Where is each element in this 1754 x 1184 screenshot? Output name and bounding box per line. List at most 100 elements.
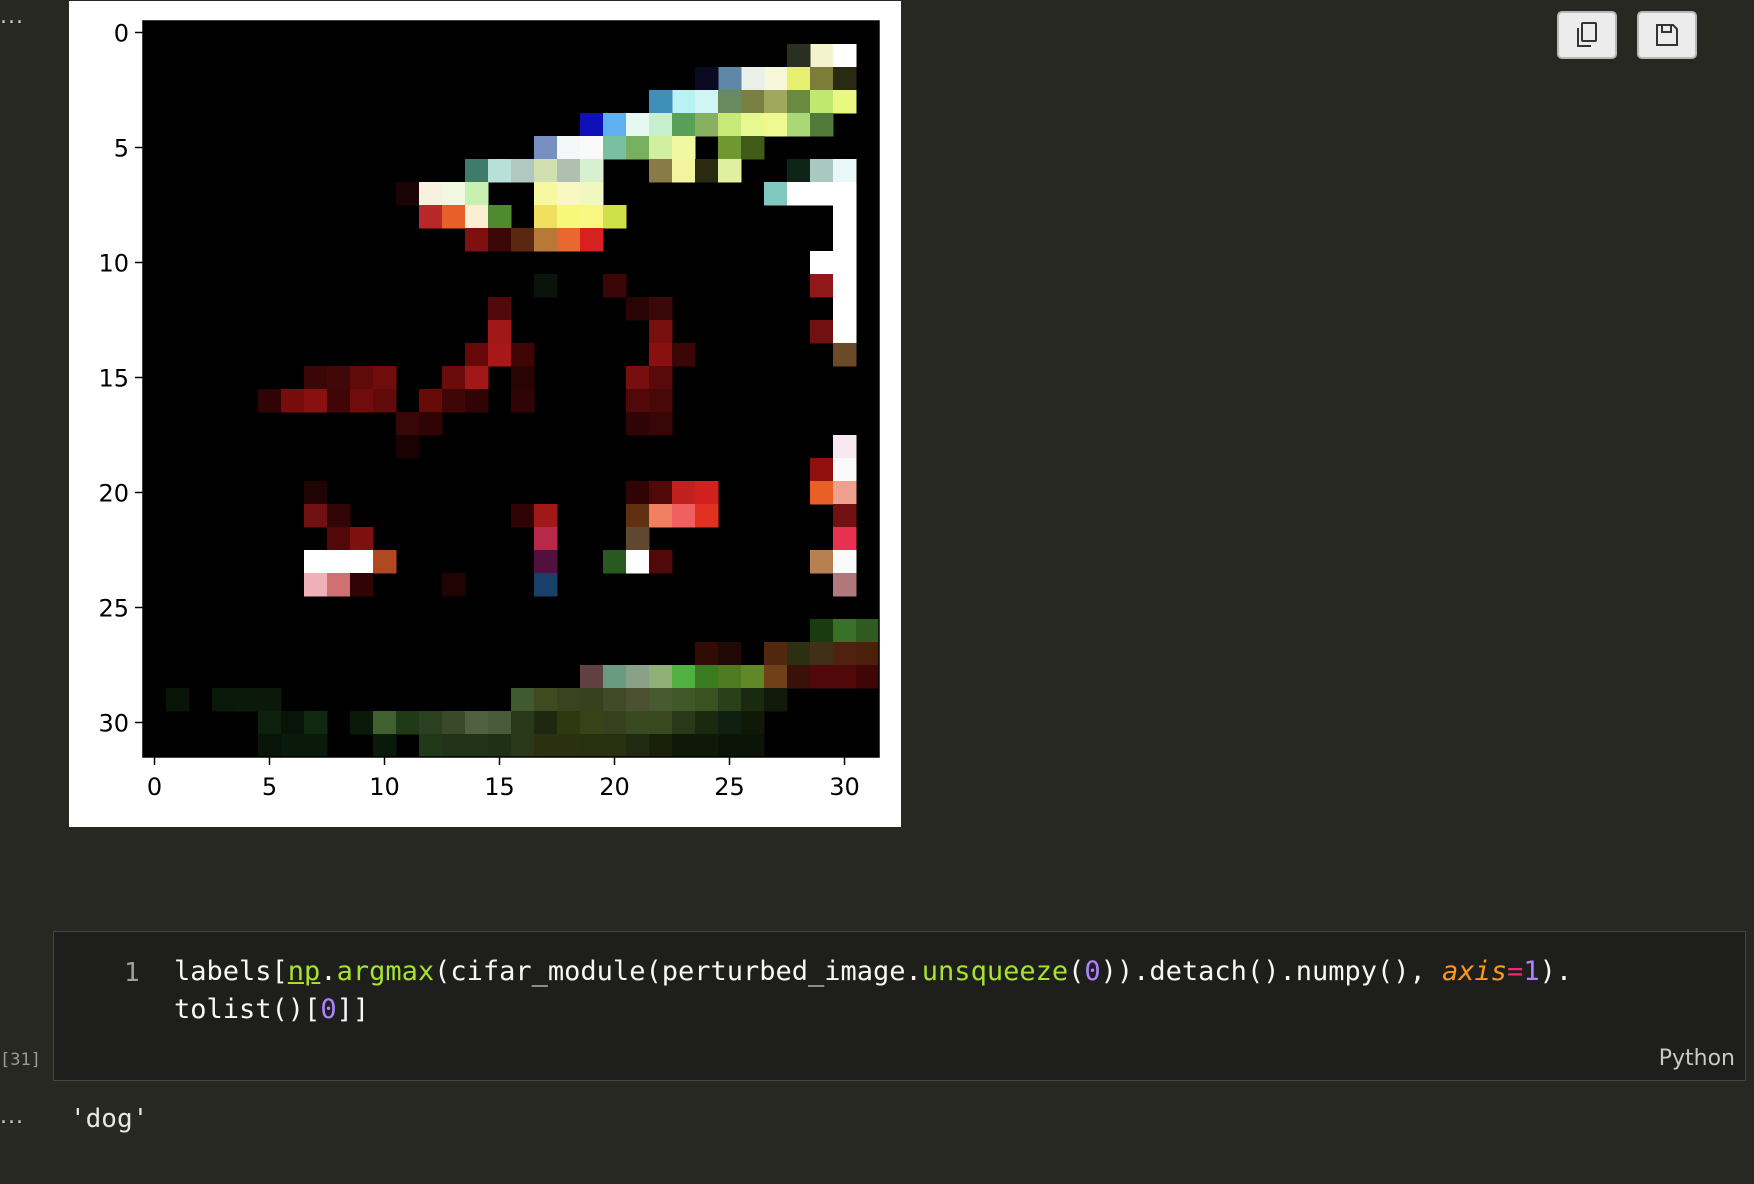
heatmap-pixel <box>557 182 581 206</box>
copy-icon <box>1577 22 1597 47</box>
heatmap-pixel <box>695 665 719 689</box>
heatmap-pixel <box>718 113 742 137</box>
code-token: axis <box>1442 956 1508 987</box>
heatmap-pixel <box>258 389 282 413</box>
heatmap-pixel <box>810 159 834 183</box>
heatmap-pixel <box>672 688 696 712</box>
heatmap-pixel <box>626 297 650 321</box>
y-tick-label: 15 <box>98 365 129 393</box>
heatmap-pixel <box>557 688 581 712</box>
heatmap-pixel <box>672 90 696 114</box>
heatmap-pixel <box>304 389 328 413</box>
heatmap-pixel <box>511 228 535 252</box>
heatmap-pixel <box>833 182 857 206</box>
code-cell[interactable]: 1 labels[np.argmax(cifar_module(perturbe… <box>53 931 1746 1081</box>
heatmap-pixel <box>810 274 834 298</box>
code-token: tolist()[ <box>174 994 321 1025</box>
heatmap-pixel <box>833 619 857 643</box>
heatmap-pixel <box>419 389 443 413</box>
heatmap-pixel <box>764 67 788 91</box>
heatmap-pixel <box>511 734 535 758</box>
heatmap-pixel <box>488 711 512 735</box>
heatmap-pixel <box>534 711 558 735</box>
heatmap-pixel <box>810 665 834 689</box>
heatmap-pixel <box>810 113 834 137</box>
heatmap-pixel <box>764 642 788 666</box>
code-token: ]] <box>336 994 370 1025</box>
heatmap-pixel <box>833 67 857 91</box>
output-prompt-ellipsis[interactable]: ... <box>0 4 24 29</box>
heatmap-pixel <box>833 251 857 275</box>
heatmap-pixel <box>810 320 834 344</box>
heatmap-pixel <box>465 343 489 367</box>
heatmap-pixel <box>419 182 443 206</box>
heatmap-pixel <box>810 642 834 666</box>
output-prompt-ellipsis-2[interactable]: ... <box>0 1104 24 1129</box>
heatmap-pixel <box>672 665 696 689</box>
heatmap-pixel <box>649 688 673 712</box>
heatmap-pixel <box>511 711 535 735</box>
heatmap-pixel <box>672 734 696 758</box>
execution-count: [31] <box>0 1050 41 1070</box>
heatmap-pixel <box>741 711 765 735</box>
heatmap-pixel <box>787 159 811 183</box>
heatmap-pixel <box>603 205 627 229</box>
heatmap-pixel <box>856 665 880 689</box>
heatmap-pixel <box>672 481 696 505</box>
heatmap-pixel <box>350 527 374 551</box>
heatmap-pixel <box>856 642 880 666</box>
heatmap-pixel <box>258 734 282 758</box>
heatmap-pixel <box>603 734 627 758</box>
heatmap-pixel <box>304 504 328 528</box>
heatmap-pixel <box>626 504 650 528</box>
heatmap-plot: 0 5 10 15 20 25 30 0 5 10 15 20 25 30 <box>98 20 880 801</box>
heatmap-pixel <box>810 67 834 91</box>
heatmap-pixel <box>695 90 719 114</box>
heatmap-pixel <box>580 159 604 183</box>
heatmap-pixel <box>488 734 512 758</box>
heatmap-pixel <box>465 711 489 735</box>
save-output-button[interactable] <box>1637 11 1697 59</box>
code-token: 0 <box>320 994 337 1025</box>
code-token: unsqueeze <box>921 956 1069 987</box>
heatmap-pixel <box>235 688 259 712</box>
heatmap-pixel <box>626 366 650 390</box>
heatmap-pixel <box>580 113 604 137</box>
heatmap-pixel <box>557 734 581 758</box>
heatmap-pixel <box>833 642 857 666</box>
heatmap-pixel <box>833 665 857 689</box>
heatmap-pixel <box>741 90 765 114</box>
heatmap-pixel <box>626 711 650 735</box>
heatmap-pixel <box>741 67 765 91</box>
x-tick-label: 10 <box>369 773 400 801</box>
heatmap-pixel <box>833 458 857 482</box>
heatmap-pixel <box>488 343 512 367</box>
heatmap-pixel <box>626 389 650 413</box>
heatmap-pixel <box>718 159 742 183</box>
heatmap-pixel <box>626 481 650 505</box>
copy-output-button[interactable] <box>1557 11 1617 59</box>
heatmap-pixel <box>833 205 857 229</box>
heatmap-pixel <box>741 734 765 758</box>
heatmap-pixel <box>787 44 811 68</box>
heatmap-pixel <box>649 366 673 390</box>
y-tick-label: 5 <box>114 135 129 163</box>
code-token: 0 <box>1084 956 1101 987</box>
x-tick-label: 25 <box>714 773 745 801</box>
code-line-2[interactable]: tolist()[0]] <box>174 994 369 1025</box>
heatmap-pixel <box>741 665 765 689</box>
code-token: . <box>320 956 337 987</box>
heatmap-pixel <box>718 136 742 160</box>
heatmap-pixel <box>626 113 650 137</box>
heatmap-pixel <box>649 320 673 344</box>
language-indicator[interactable]: Python <box>1659 1046 1735 1071</box>
heatmap-pixel <box>373 711 397 735</box>
code-line-1[interactable]: labels[np.argmax(cifar_module(perturbed_… <box>174 956 1572 987</box>
heatmap-pixel <box>741 688 765 712</box>
heatmap-pixel <box>350 366 374 390</box>
heatmap-pixel <box>695 734 719 758</box>
cell-output-text: 'dog' <box>70 1104 149 1134</box>
heatmap-pixel <box>603 113 627 137</box>
heatmap-pixel <box>488 320 512 344</box>
heatmap-pixel <box>580 182 604 206</box>
